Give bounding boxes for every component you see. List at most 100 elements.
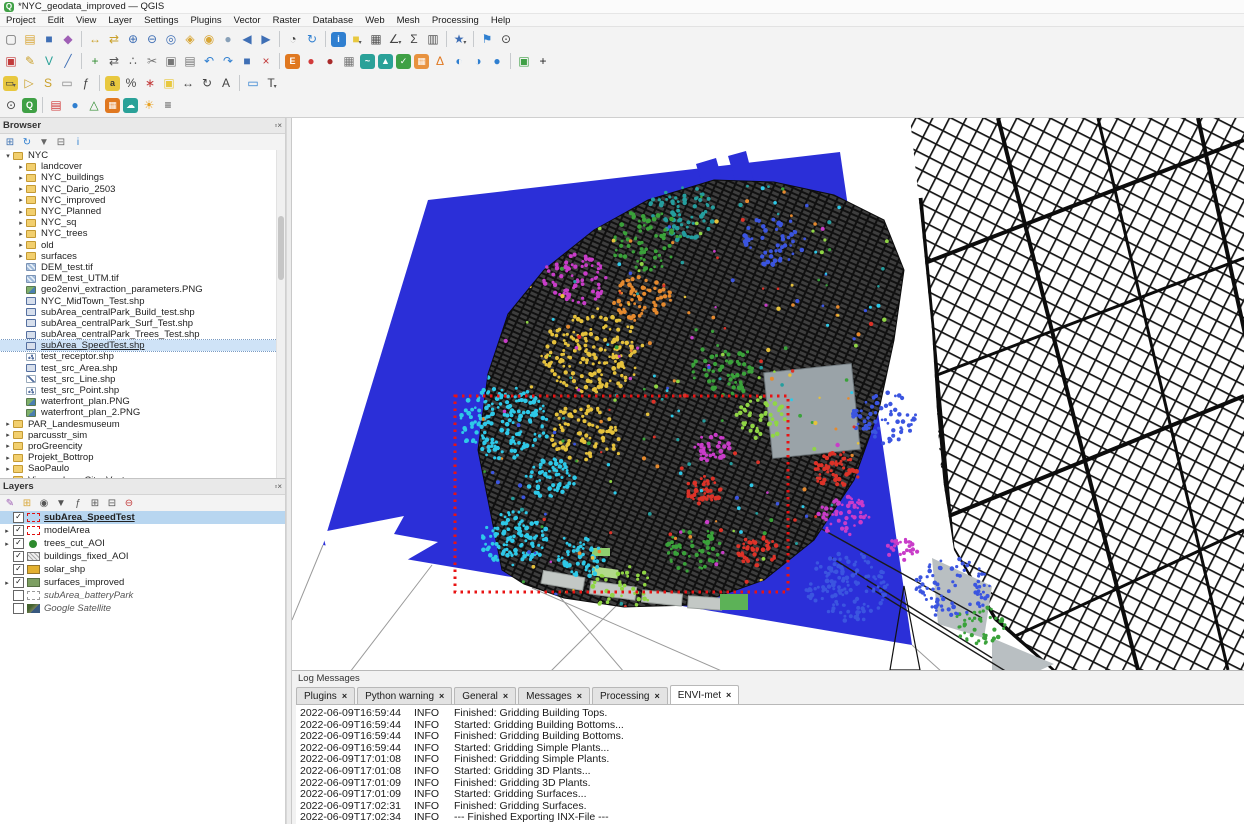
browser-item-parcusstr-sim[interactable]: ▸parcusstr_sim (0, 430, 277, 441)
filter-by-expression-icon[interactable]: ƒ (71, 497, 85, 511)
refresh-browser-icon[interactable]: ↻ (20, 136, 34, 150)
expander-icon[interactable]: ▸ (16, 174, 26, 182)
browser-item-nyc-trees[interactable]: ▸NYC_trees (0, 228, 277, 239)
terrain-profile-icon[interactable]: △ (85, 96, 103, 114)
temporal-controller-icon[interactable]: ◔ (284, 30, 302, 48)
statistical-summary-icon[interactable]: Σ (405, 30, 423, 48)
highlight-labels-icon[interactable]: ▣ (160, 74, 178, 92)
layer-item-trees-cut-aoi[interactable]: ▸✓trees_cut_AOI (0, 537, 285, 550)
add-selected-layers-icon[interactable]: ⊞ (3, 136, 17, 150)
layer-checkbox[interactable] (13, 603, 24, 614)
layer-item-buildings-fixed-aoi[interactable]: ✓buildings_fixed_AOI (0, 550, 285, 563)
log-tab-messages[interactable]: Messages× (518, 687, 590, 704)
menu-plugins[interactable]: Plugins (184, 15, 227, 26)
envimet-export-icon[interactable]: E (285, 54, 300, 69)
globe-overview-icon[interactable]: ● (488, 52, 506, 70)
expander-icon[interactable]: ▾ (3, 152, 13, 160)
annotation-flag-icon[interactable]: ⚑ (478, 30, 496, 48)
layer-diagram-icon[interactable]: % (122, 74, 140, 92)
select-features-icon[interactable]: ■▾ (348, 30, 366, 48)
browser-item-subarea-speedtest-shp[interactable]: subArea_SpeedTest.shp (0, 340, 277, 351)
move-feature-icon[interactable]: ⇄ (105, 52, 123, 70)
browser-item-old[interactable]: ▸old (0, 240, 277, 251)
refresh-map-icon[interactable]: ↻ (303, 30, 321, 48)
zoom-native-icon[interactable]: ◎ (162, 30, 180, 48)
log-tab-general[interactable]: General× (454, 687, 516, 704)
browser-item-nyc-buildings[interactable]: ▸NYC_buildings (0, 172, 277, 183)
plugin-marker-dark-red-icon[interactable]: ● (321, 52, 339, 70)
rgb-composite-icon[interactable]: ▤ (47, 96, 65, 114)
zoom-out-icon[interactable]: ⊖ (143, 30, 161, 48)
data-source-manager-icon[interactable]: ▥ (424, 30, 442, 48)
layer-checkbox[interactable]: ✓ (13, 551, 24, 562)
browser-item-test-src-line-shp[interactable]: test_src_Line.shp (0, 374, 277, 385)
browser-item-dem-test-utm-tif[interactable]: DEM_test_UTM.tif (0, 273, 277, 284)
menu-web[interactable]: Web (359, 15, 390, 26)
layer-item-subarea-speedtest[interactable]: ✓subArea_SpeedTest (0, 511, 285, 524)
browser-item-subarea-centralpark-trees-test-shp[interactable]: subArea_centralPark_Trees_Test.shp (0, 329, 277, 340)
expander-icon[interactable]: ▸ (3, 465, 13, 473)
plugin-zoom-icon[interactable]: ⊙ (2, 96, 20, 114)
browser-item-nyc-improved[interactable]: ▸NYC_improved (0, 195, 277, 206)
map-canvas[interactable] (292, 118, 1244, 670)
plugin-terrain-icon[interactable]: ▲ (378, 54, 393, 69)
undo-icon[interactable]: ↶ (200, 52, 218, 70)
zoom-to-selection-icon[interactable]: ◉ (200, 30, 218, 48)
remove-layer-icon[interactable]: ⊖ (122, 497, 136, 511)
close-panel-icon[interactable]: × (277, 121, 282, 130)
browser-item-nyc-midtown-test-shp[interactable]: NYC_MidTown_Test.shp (0, 295, 277, 306)
plugin-check-icon[interactable]: ✓ (396, 54, 411, 69)
layer-item-modelarea[interactable]: ▸✓modelArea (0, 524, 285, 537)
measure-icon[interactable]: ∠▾ (386, 30, 404, 48)
current-edits-icon[interactable]: ▣ (2, 52, 20, 70)
expander-icon[interactable]: ▸ (2, 579, 12, 587)
log-tab-plugins[interactable]: Plugins× (296, 687, 355, 704)
select-by-polygon-icon[interactable]: ▷ (20, 74, 38, 92)
save-project-icon[interactable]: ■ (40, 30, 58, 48)
menu-project[interactable]: Project (0, 15, 42, 26)
layer-stack-icon[interactable]: ≡ (159, 96, 177, 114)
layer-checkbox[interactable]: ✓ (13, 512, 24, 523)
tab-close-icon[interactable]: × (342, 691, 347, 701)
browser-scrollbar-thumb[interactable] (278, 216, 284, 280)
menu-processing[interactable]: Processing (426, 15, 485, 26)
move-label-icon[interactable]: ↔ (179, 74, 197, 92)
browser-item-subarea-centralpark-surf-test-shp[interactable]: subArea_centralPark_Surf_Test.shp (0, 318, 277, 329)
new-project-icon[interactable]: ▢ (2, 30, 20, 48)
collapse-all-icon[interactable]: ⊟ (54, 136, 68, 150)
log-tab-processing[interactable]: Processing× (592, 687, 668, 704)
crosshair-tool-icon[interactable]: + (534, 52, 552, 70)
pan-to-selection-icon[interactable]: ⇄ (105, 30, 123, 48)
browser-item-waterfront-plan-2-png[interactable]: waterfront_plan_2.PNG (0, 407, 277, 418)
delete-selected-icon[interactable]: × (257, 52, 275, 70)
open-layer-styling-icon[interactable]: ✎ (3, 497, 17, 511)
plugin-grid-icon[interactable]: ▦ (340, 52, 358, 70)
menu-raster[interactable]: Raster (267, 15, 307, 26)
globe-search-2-icon[interactable]: ◑ (469, 52, 487, 70)
vector-tools-icon[interactable]: V (40, 52, 58, 70)
plugin-raster-grid-icon[interactable]: ▦ (414, 54, 429, 69)
image-preview-icon[interactable]: ▣ (515, 52, 533, 70)
bookmarks-icon[interactable]: ★▾ (451, 30, 469, 48)
tab-close-icon[interactable]: × (439, 691, 444, 701)
plugin-wave-icon[interactable]: ~ (360, 54, 375, 69)
zoom-next-icon[interactable]: ▶ (257, 30, 275, 48)
expander-icon[interactable]: ▸ (16, 185, 26, 193)
zoom-to-layer-icon[interactable]: ● (219, 30, 237, 48)
menu-database[interactable]: Database (307, 15, 360, 26)
vertex-tool-icon[interactable]: ∴ (124, 52, 142, 70)
browser-item-dem-test-tif[interactable]: DEM_test.tif (0, 262, 277, 273)
layer-item-solar-shp[interactable]: ✓solar_shp (0, 563, 285, 576)
browser-item-test-src-area-shp[interactable]: test_src_Area.shp (0, 363, 277, 374)
map-tips-icon[interactable]: ▭ (244, 74, 262, 92)
expander-icon[interactable]: ▸ (16, 230, 26, 238)
browser-item-nyc[interactable]: ▾NYC (0, 150, 277, 161)
browser-item-nyc-dario-2503[interactable]: ▸NYC_Dario_2503 (0, 184, 277, 195)
tab-close-icon[interactable]: × (577, 691, 582, 701)
expander-icon[interactable]: ▸ (16, 163, 26, 171)
collapse-all-icon[interactable]: ⊟ (105, 497, 119, 511)
deselect-all-icon[interactable]: ▭ (58, 74, 76, 92)
browser-item-projekt-bottrop[interactable]: ▸Projekt_Bottrop (0, 452, 277, 463)
place-search-icon[interactable]: ⊙ (497, 30, 515, 48)
menu-help[interactable]: Help (485, 15, 517, 26)
